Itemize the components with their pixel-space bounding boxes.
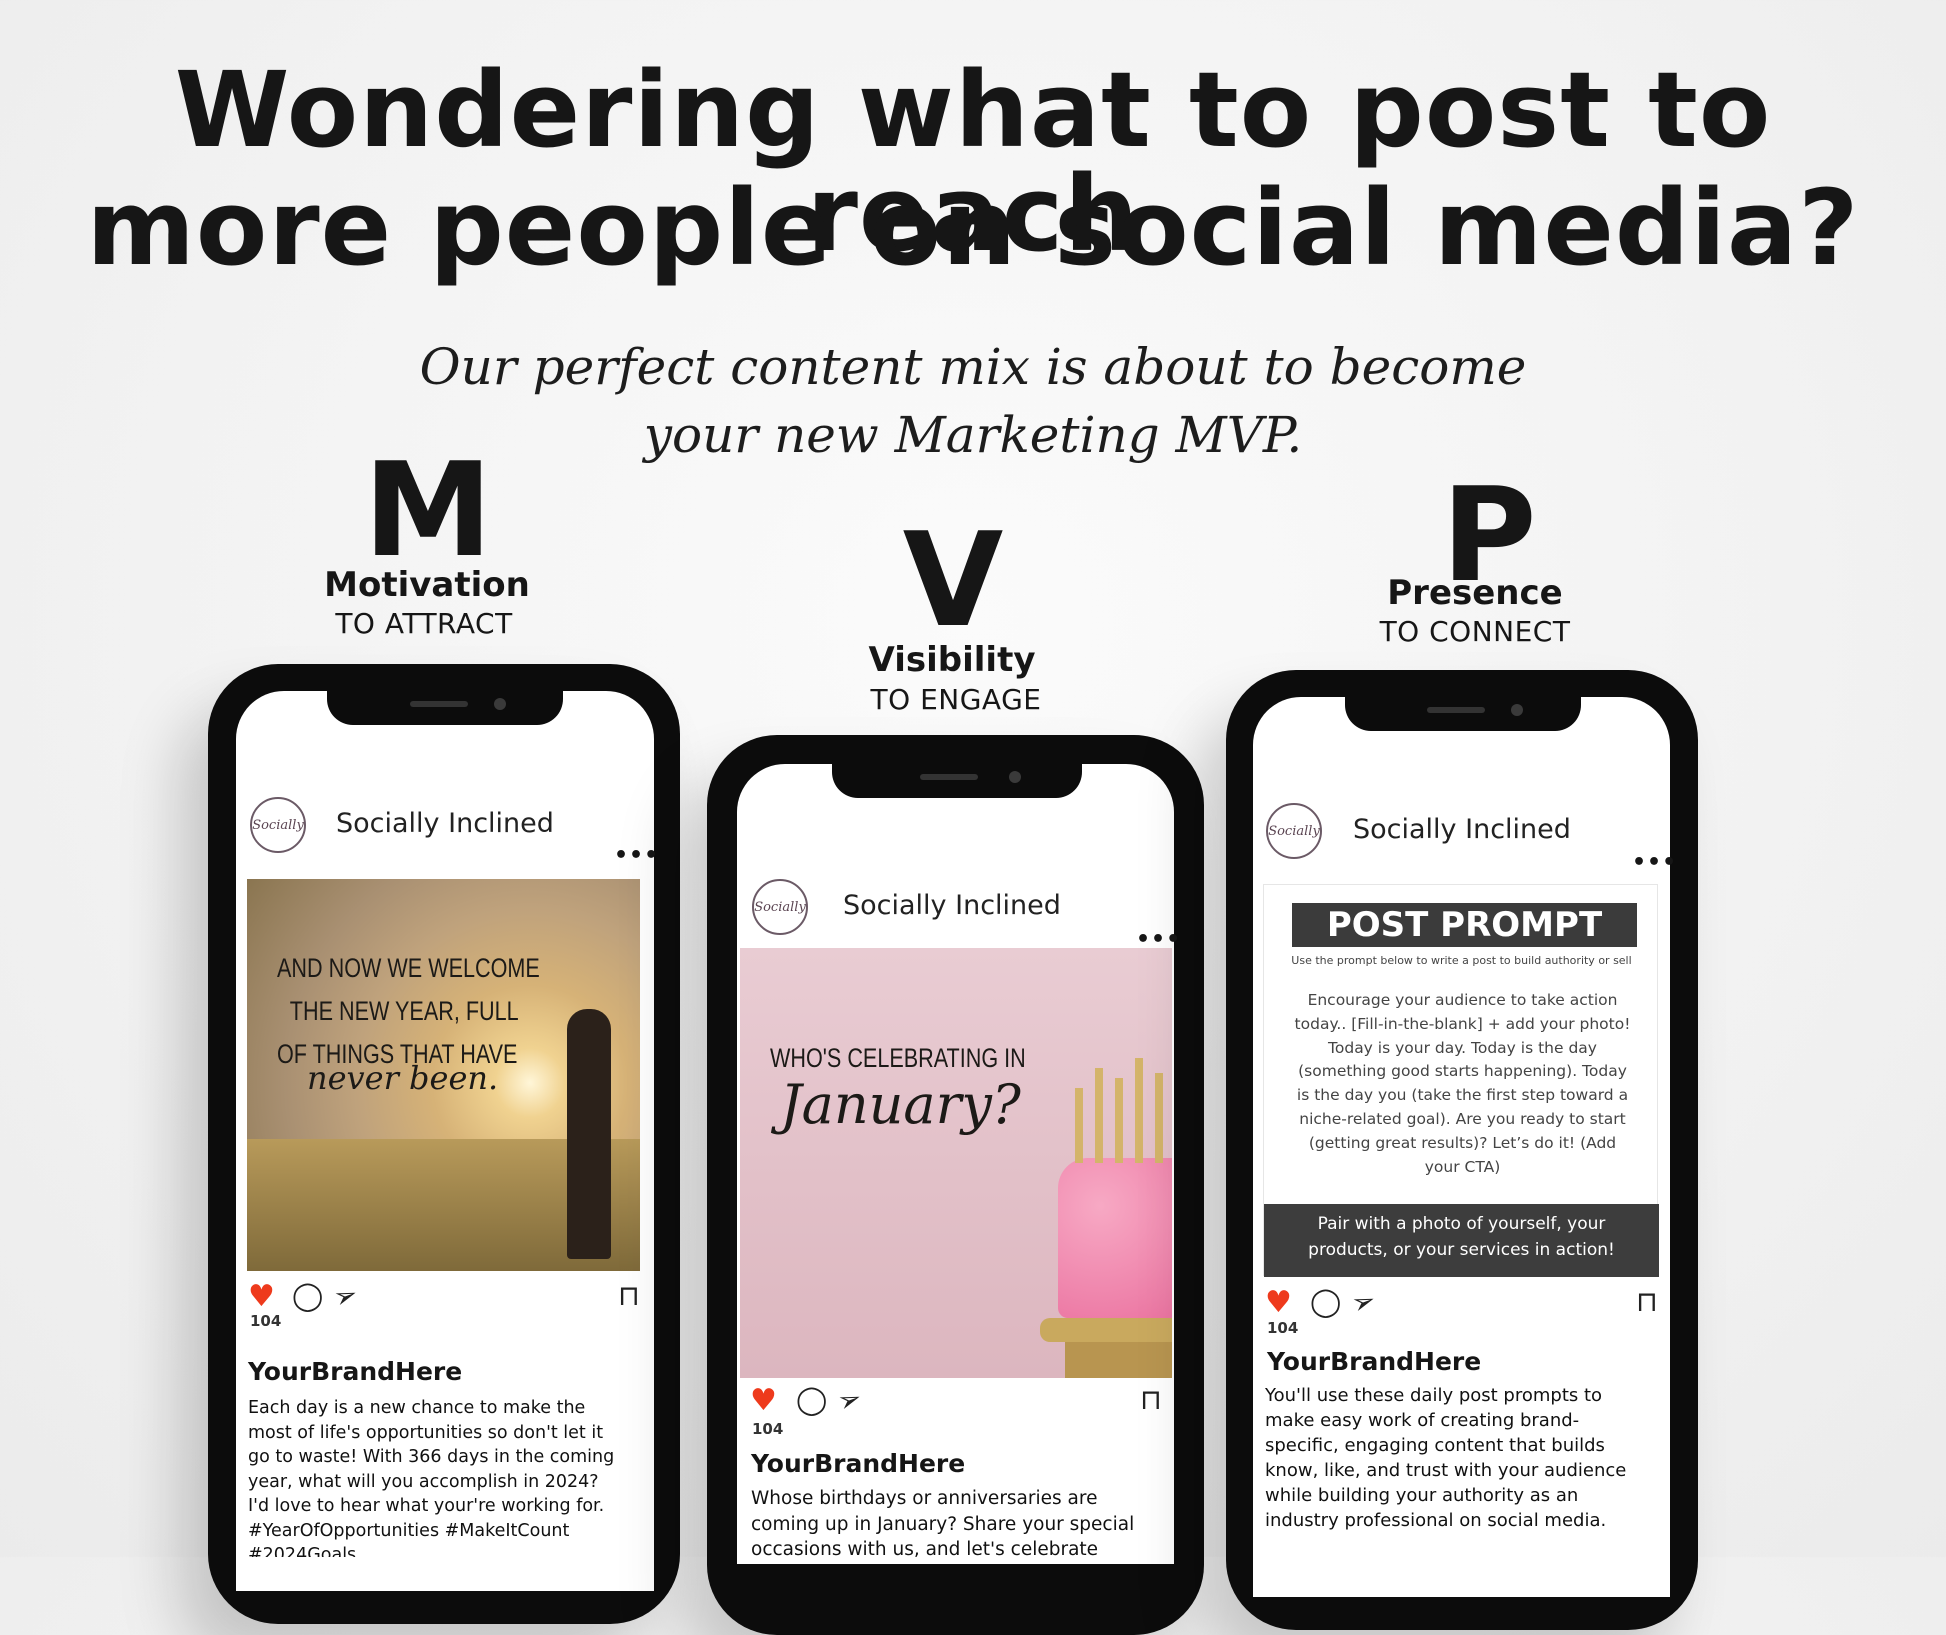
phone-notch (327, 691, 563, 725)
account-logo[interactable]: Socially (250, 797, 306, 853)
phone-notch (832, 764, 1082, 798)
speaker (920, 774, 978, 780)
bookmark-icon[interactable]: ⊓ (1636, 1288, 1658, 1316)
heart-icon[interactable]: ♥ (1265, 1288, 1292, 1318)
account-name[interactable]: Socially Inclined (1353, 814, 1571, 845)
post-image-birthday[interactable]: WHO'S CELEBRATING IN January? (740, 948, 1172, 1378)
pillar-label-visibility: Visibility (868, 640, 1036, 680)
comment-icon[interactable]: ◯ (292, 1282, 323, 1310)
pillar-sub-connect: TO CONNECT (1379, 615, 1571, 648)
subtitle-line-2: your new Marketing MVP. (643, 406, 1303, 464)
account-logo[interactable]: Socially (1266, 803, 1322, 859)
brand-name[interactable]: YourBrandHere (751, 1449, 965, 1478)
pillar-sub-engage: TO ENGAGE (870, 683, 1042, 716)
like-count: 104 (250, 1312, 282, 1330)
post-caption: You'll use these daily post prompts to ma… (1265, 1385, 1627, 1531)
pillar-letter-v: V (902, 504, 1004, 656)
like-count: 104 (752, 1420, 784, 1438)
subtitle-line-1: Our perfect content mix is about to beco… (419, 338, 1527, 396)
prompt-title: POST PROMPT (1292, 903, 1637, 947)
pillar-letter-m: M (363, 434, 493, 586)
pillar-label-motivation: Motivation (324, 565, 530, 605)
bookmark-icon[interactable]: ⊓ (618, 1282, 640, 1310)
camera (494, 698, 506, 710)
account-logo[interactable]: Socially (752, 879, 808, 935)
phone-notch (1345, 697, 1581, 731)
heart-icon[interactable]: ♥ (750, 1386, 777, 1416)
post-image-sunset[interactable]: AND NOW WE WELCOME THE NEW YEAR, FULL OF… (247, 879, 640, 1271)
comment-icon[interactable]: ◯ (1310, 1288, 1341, 1316)
pillar-sub-attract: TO ATTRACT (335, 607, 513, 640)
script-text: January? (780, 1073, 1021, 1136)
pillar-label-presence: Presence (1387, 573, 1563, 613)
speaker (410, 701, 468, 707)
account-name[interactable]: Socially Inclined (843, 890, 1061, 921)
brand-name[interactable]: YourBrandHere (1267, 1347, 1481, 1376)
like-count: 104 (1267, 1319, 1299, 1337)
image-headline: WHO'S CELEBRATING IN (770, 1043, 1026, 1073)
script-text: never been. (307, 1059, 499, 1097)
camera (1511, 704, 1523, 716)
heart-icon[interactable]: ♥ (248, 1282, 275, 1312)
account-name[interactable]: Socially Inclined (336, 808, 554, 839)
prompt-body: Encourage your audience to take action t… (1294, 991, 1631, 1176)
post-caption: Whose birthdays or anniversaries are comi… (751, 1488, 1135, 1557)
comment-icon[interactable]: ◯ (796, 1386, 827, 1414)
brand-name[interactable]: YourBrandHere (248, 1357, 462, 1386)
prompt-subtitle: Use the prompt below to write a post to … (1291, 954, 1632, 967)
camera (1009, 771, 1021, 783)
more-options-icon[interactable]: ••• (614, 845, 659, 867)
post-prompt-card[interactable]: POST PROMPT Use the prompt below to writ… (1263, 884, 1659, 1277)
post-caption: Each day is a new chance to make the most… (248, 1398, 615, 1557)
more-options-icon[interactable]: ••• (1632, 852, 1677, 874)
prompt-footer: Pair with a photo of yourself, your prod… (1264, 1204, 1659, 1277)
speaker (1427, 707, 1485, 713)
headline-line-2: more people on social media? (86, 167, 1860, 289)
bookmark-icon[interactable]: ⊓ (1140, 1386, 1162, 1414)
